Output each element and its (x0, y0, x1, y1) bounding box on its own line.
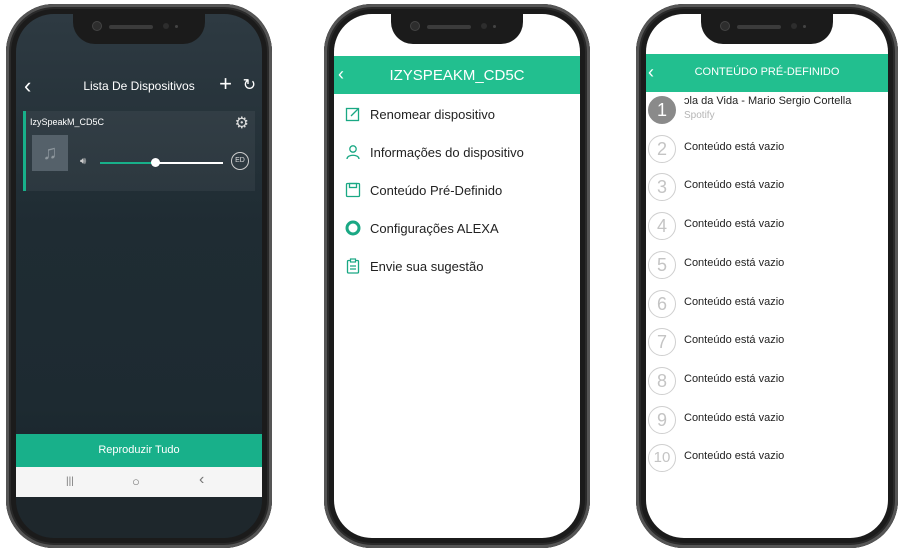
preset-number: 2 (648, 134, 676, 163)
preset-label: Conteúdo está vazio (684, 256, 785, 269)
preset-number: 5 (648, 250, 676, 279)
preset-number: 4 (648, 212, 676, 241)
preset-number: 10 (648, 444, 676, 473)
preset-item[interactable]: 1 ɔla da Vida - Mario Sergio Cortella Spot… (646, 92, 888, 130)
notch (391, 14, 523, 44)
menu-item-alexa[interactable]: Configurações ALEXA (334, 212, 580, 250)
phone-presets: ‹ CONTEÚDO PRÉ-DEFINIDO 1 ɔla da Vida - M… (636, 4, 898, 548)
preset-label: Conteúdo está vazio (684, 140, 785, 153)
device-card[interactable]: IzySpeakM_CD5C ⚙ ♫ 🔊︎ ED (23, 111, 255, 191)
preset-item[interactable]: 7 Conteúdo está vazio (646, 324, 888, 362)
phone-device-menu: ‹ IZYSPEAKM_CD5C Renomear dispositivo In… (324, 4, 590, 548)
add-device-icon[interactable]: + (219, 72, 232, 96)
volume-icon[interactable]: 🔊︎ (80, 156, 86, 167)
clipboard-icon (344, 258, 362, 276)
menu-item-label: Renomear dispositivo (370, 107, 496, 122)
notch (701, 14, 833, 44)
presets-screen: ‹ CONTEÚDO PRÉ-DEFINIDO 1 ɔla da Vida - M… (646, 14, 888, 538)
notch (73, 14, 205, 44)
preset-label: Conteúdo está vazio (684, 179, 785, 192)
preset-item[interactable]: 8 Conteúdo está vazio (646, 363, 888, 401)
preset-number: 3 (648, 173, 676, 202)
preset-item[interactable]: 2 Conteúdo está vazio (646, 131, 888, 169)
preset-item[interactable]: 6 Conteúdo está vazio (646, 286, 888, 324)
android-nav-bar: ||| ○ ‹ (16, 467, 262, 497)
preset-number: 8 (648, 366, 676, 395)
preset-label: ɔla da Vida - Mario Sergio Cortella (684, 95, 852, 107)
bottom-bezel-area (16, 497, 262, 538)
preset-number: 7 (648, 328, 676, 357)
device-name: IzySpeakM_CD5C (30, 117, 105, 127)
recent-apps-icon[interactable]: ||| (66, 476, 74, 487)
preset-item[interactable]: 9 Conteúdo está vazio (646, 402, 888, 440)
page-title: IZYSPEAKM_CD5C (389, 67, 525, 84)
menu-item-feedback[interactable]: Envie sua sugestão (334, 250, 580, 288)
preset-item[interactable]: 4 Conteúdo está vazio (646, 208, 888, 246)
menu-item-device-info[interactable]: Informações do dispositivo (334, 136, 580, 174)
alexa-icon (344, 220, 362, 238)
preset-item[interactable]: 10 Conteúdo está vazio (646, 440, 888, 478)
menu-item-label: Configurações ALEXA (370, 221, 499, 236)
page-title: CONTEÚDO PRÉ-DEFINIDO (694, 66, 840, 78)
menu-item-label: Informações do dispositivo (370, 145, 524, 160)
preset-label: Conteúdo está vazio (684, 372, 785, 385)
home-icon[interactable]: ○ (132, 474, 140, 489)
preset-number: 6 (648, 289, 676, 318)
presets-header: ‹ CONTEÚDO PRÉ-DEFINIDO (646, 54, 888, 92)
refresh-icon[interactable]: ↻ (243, 75, 256, 95)
preset-source: Spotify (684, 110, 715, 121)
album-cover-music-icon[interactable]: ♫ (32, 135, 68, 171)
preset-label: Conteúdo está vazio (684, 295, 785, 308)
device-list-header: ‹ Lista De Dispositivos + ↻ (16, 70, 262, 104)
volume-slider-fill (100, 162, 156, 164)
preset-label: Conteúdo está vazio (684, 450, 785, 463)
volume-slider[interactable] (100, 158, 223, 167)
user-icon (344, 144, 362, 162)
preset-number: 1 (648, 96, 676, 124)
save-icon (344, 182, 362, 200)
menu-item-label: Conteúdo Pré-Definido (370, 183, 503, 198)
device-menu-screen: ‹ IZYSPEAKM_CD5C Renomear dispositivo In… (334, 14, 580, 538)
preset-item[interactable]: 5 Conteúdo está vazio (646, 247, 888, 285)
gear-icon[interactable]: ⚙ (235, 113, 249, 133)
device-menu-header: ‹ IZYSPEAKM_CD5C (334, 56, 580, 94)
preset-label: Conteúdo está vazio (684, 334, 785, 347)
menu-item-presets[interactable]: Conteúdo Pré-Definido (334, 174, 580, 212)
preset-label: Conteúdo está vazio (684, 411, 785, 424)
preset-number: 9 (648, 405, 676, 434)
preset-item[interactable]: 3 Conteúdo está vazio (646, 169, 888, 207)
ed-button[interactable]: ED (231, 152, 249, 170)
phone-device-list: ‹ Lista De Dispositivos + ↻ IzySpeakM_CD… (6, 4, 272, 548)
play-all-button[interactable]: Reproduzir Tudo (16, 434, 262, 467)
nav-back-icon[interactable]: ‹ (199, 471, 204, 489)
device-list-screen: ‹ Lista De Dispositivos + ↻ IzySpeakM_CD… (16, 14, 262, 538)
menu-item-label: Envie sua sugestão (370, 259, 484, 274)
preset-label: Conteúdo está vazio (684, 218, 785, 231)
menu-item-rename[interactable]: Renomear dispositivo (334, 98, 580, 136)
edit-icon (344, 106, 362, 124)
volume-slider-knob[interactable] (151, 158, 161, 167)
